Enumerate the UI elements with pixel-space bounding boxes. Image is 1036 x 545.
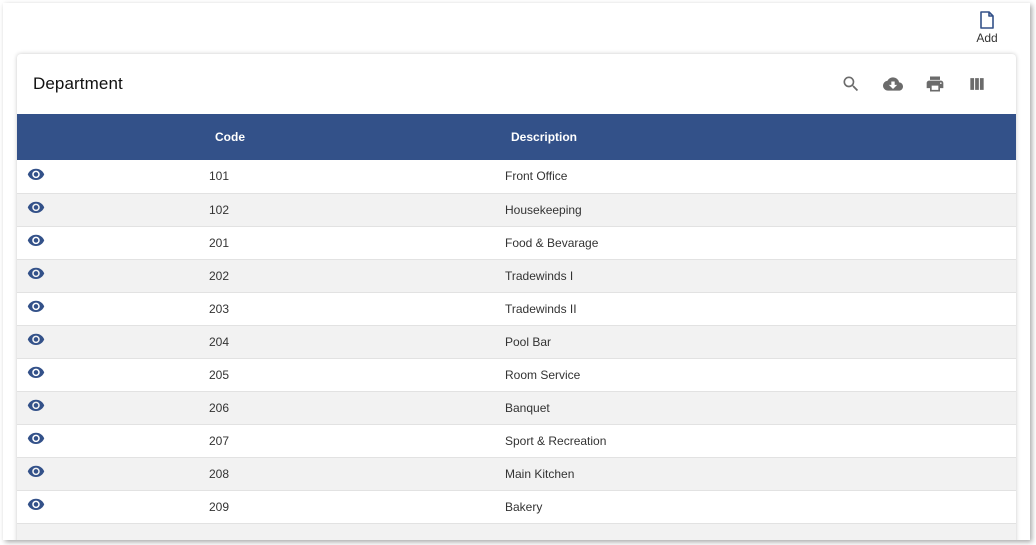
table-row[interactable]: 201 Food & Bevarage [17,226,1016,259]
row-code: 206 [209,400,230,415]
row-code: 205 [209,367,230,382]
column-header-actions [17,114,195,160]
eye-icon[interactable] [27,266,45,280]
table-row[interactable]: 204 Pool Bar [17,325,1016,358]
row-code: 102 [209,202,230,217]
row-view-cell [17,457,195,490]
table-row[interactable]: 202 Tradewinds I [17,259,1016,292]
department-card: Department Code Description 101 Front Of… [17,54,1016,540]
row-view-cell [17,292,195,325]
table-row[interactable]: 205 Room Service [17,358,1016,391]
eye-icon[interactable] [27,332,45,346]
add-button[interactable]: Add [971,11,1003,45]
table-body: 101 Front Office 102 Housekeeping 201 Food & … [17,160,1016,540]
department-table: Code Description 101 Front Office 102 House… [17,114,1016,540]
column-header-code[interactable]: Code [195,114,493,160]
table-row[interactable]: 101 Front Office [17,160,1016,193]
file-icon [980,11,994,29]
table-row[interactable]: 102 Housekeeping [17,193,1016,226]
row-code: 207 [209,433,230,448]
table-row[interactable] [17,523,1016,540]
row-description: Banquet [505,400,550,415]
row-view-cell [17,325,195,358]
row-description: Sport & Recreation [505,433,607,448]
row-view-cell [17,490,195,523]
row-description: Tradewinds I [505,268,574,283]
row-view-cell [17,160,195,193]
row-code: 202 [209,268,230,283]
cloud-download-icon [883,77,903,91]
search-button[interactable] [830,66,872,102]
row-description [493,523,1016,540]
row-description: Front Office [505,169,568,184]
columns-button[interactable] [956,66,998,102]
view-column-icon [970,78,984,90]
row-description: Tradewinds II [505,301,577,316]
row-view-cell [17,259,195,292]
add-button-label: Add [976,31,998,45]
row-description: Pool Bar [505,334,552,349]
row-description: Food & Bevarage [505,235,599,250]
row-code: 203 [209,301,230,316]
row-code: 208 [209,466,230,481]
row-code: 101 [209,169,230,184]
search-icon [843,76,859,92]
row-code: 209 [209,499,230,514]
table-header-row: Code Description [17,114,1016,160]
row-description: Main Kitchen [505,466,575,481]
print-icon [926,76,944,92]
row-code: 201 [209,235,230,250]
eye-icon[interactable] [27,233,45,247]
row-description: Bakery [505,499,543,514]
eye-icon[interactable] [27,398,45,412]
eye-icon[interactable] [27,431,45,445]
table-row[interactable]: 206 Banquet [17,391,1016,424]
row-description: Room Service [505,367,581,382]
eye-icon[interactable] [27,200,45,214]
table-toolbar [830,66,998,102]
row-view-cell [17,193,195,226]
table-row[interactable]: 203 Tradewinds II [17,292,1016,325]
row-view-cell [17,358,195,391]
row-view-cell [17,424,195,457]
eye-icon[interactable] [27,299,45,313]
row-description: Housekeeping [505,202,582,217]
eye-icon[interactable] [27,167,45,181]
row-view-cell [17,523,195,540]
column-header-description[interactable]: Description [493,114,1016,160]
eye-icon[interactable] [27,497,45,511]
table-row[interactable]: 208 Main Kitchen [17,457,1016,490]
eye-icon[interactable] [27,464,45,478]
page-title: Department [33,74,123,93]
print-button[interactable] [914,66,956,102]
download-button[interactable] [872,66,914,102]
eye-icon[interactable] [27,365,45,379]
card-header: Department [17,54,1016,114]
row-code [195,523,493,540]
table-row[interactable]: 207 Sport & Recreation [17,424,1016,457]
app-window: Add Department Code Description 101 Fron… [3,3,1030,540]
row-code: 204 [209,334,230,349]
row-view-cell [17,226,195,259]
table-row[interactable]: 209 Bakery [17,490,1016,523]
row-view-cell [17,391,195,424]
